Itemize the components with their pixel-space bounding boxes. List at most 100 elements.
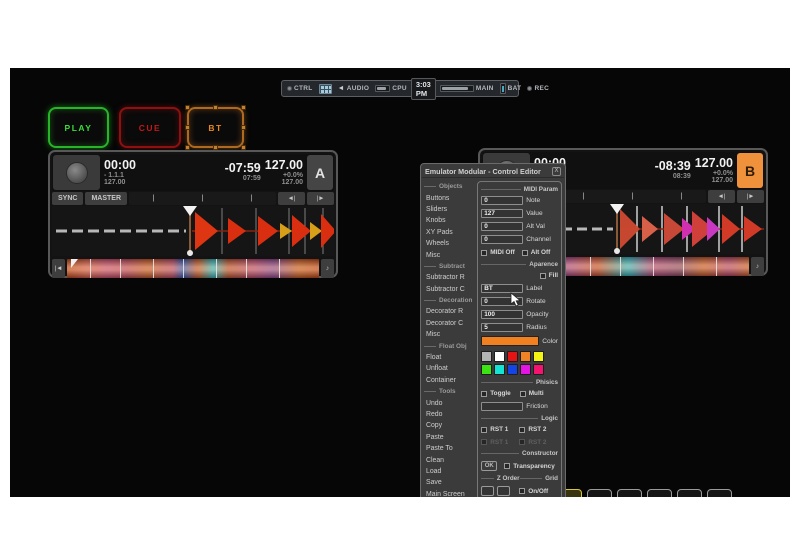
deck-a-elapsed-time: 00:00 [104,157,136,172]
menu-item-wheels[interactable]: Wheels [424,238,474,249]
deck-a-load-knob[interactable] [53,155,100,190]
toggle-checkbox[interactable] [481,390,488,397]
value-field[interactable]: 127 [481,209,524,219]
cue-pad[interactable]: CUE [119,107,181,148]
hotcue-pad[interactable] [707,489,732,497]
menu-item-load[interactable]: Load [424,466,474,477]
alt-off-label: Alt Off [530,249,551,256]
palette-swatch[interactable] [507,350,519,362]
midi-off-checkbox[interactable] [481,249,488,256]
close-icon[interactable]: X [552,166,561,176]
ctrl-toggle[interactable]: CTRL [285,82,315,95]
hotcue-pad[interactable] [647,489,672,497]
alt-off-checkbox[interactable] [521,249,528,256]
palette-swatch[interactable] [494,350,506,362]
control-editor-titlebar[interactable]: Emulator Modular - Control Editor X [422,165,564,178]
rst2-checkbox[interactable] [519,426,526,433]
menu-item-xy-pads[interactable]: XY Pads [424,227,474,238]
deck-b-nudge-forward-button[interactable]: |► [737,190,764,203]
hotcue-pad[interactable] [677,489,702,497]
deck-a-loop-button[interactable]: ♪ [321,259,334,278]
deck-a-overview-strip[interactable] [67,259,319,278]
deck-a-remaining-sub: 07:59 [242,175,261,183]
color-swatch-current[interactable] [481,336,540,346]
menu-item-main-screen[interactable]: Main Screen [424,489,474,497]
palette-swatch[interactable] [507,363,519,375]
deck-a-waveform[interactable] [52,206,334,256]
palette-swatch[interactable] [520,363,532,375]
menu-item-redo[interactable]: Redo [424,409,474,420]
menu-item-save[interactable]: Save [424,477,474,488]
menu-item-container[interactable]: Container [424,375,474,386]
menu-item-misc[interactable]: Misc [424,249,474,260]
status-bar: CTRL ◄ AUDIO CPU 3:03 PM MAIN BAT REC [281,77,549,100]
hotcue-pad[interactable] [587,489,612,497]
opacity-field[interactable]: 100 [481,309,524,319]
palette-swatch[interactable] [533,363,545,375]
selection-handle[interactable] [212,105,218,110]
fill-checkbox[interactable] [539,272,546,279]
editor-object-menu: Objects Buttons Sliders Knobs XY Pads Wh… [424,181,474,497]
selection-handle[interactable] [185,124,190,130]
deck-a-nudge-forward-button[interactable]: |► [307,192,334,205]
deck-a-controls: SYNC MASTER | | | ◄| |► [52,192,334,205]
channel-field[interactable]: 0 [481,235,524,245]
menu-item-copy[interactable]: Copy [424,420,474,431]
radius-field[interactable]: 5 [481,322,524,332]
note-field[interactable]: 0 [481,196,524,206]
z-order-down-button[interactable] [497,486,511,496]
multi-checkbox[interactable] [519,390,526,397]
midi-param-header: MIDI Param [481,185,558,193]
menu-item-paste[interactable]: Paste [424,432,474,443]
logic-header: Logic [481,414,558,422]
menu-item-subtractor-r[interactable]: Subtractor R [424,272,474,283]
palette-swatch[interactable] [481,363,493,375]
audio-toggle[interactable]: ◄ AUDIO [336,82,372,95]
menu-item-subtractor-c[interactable]: Subtractor C [424,284,474,295]
deck-a-sync-button[interactable]: SYNC [52,192,84,205]
transparency-checkbox[interactable] [504,463,511,469]
menu-item-paste-to[interactable]: Paste To [424,443,474,454]
friction-field[interactable] [481,401,524,411]
palette-swatch[interactable] [520,350,532,362]
palette-swatch[interactable] [481,350,493,362]
ok-button[interactable]: OK [481,461,498,471]
battery-status: BAT [498,82,524,95]
deck-b-badge[interactable]: B [737,153,763,188]
grid-onoff-checkbox[interactable] [519,488,526,494]
selection-handle[interactable] [241,105,246,110]
deck-a-badge[interactable]: A [307,155,333,190]
menu-item-decorator-c[interactable]: Decorator C [424,318,474,329]
note-label: Note [526,197,541,205]
knob-icon [65,161,88,184]
menu-item-sliders[interactable]: Sliders [424,204,474,215]
menu-item-buttons[interactable]: Buttons [424,192,474,203]
deck-a-master-button[interactable]: MASTER [85,192,128,205]
play-pad[interactable]: PLAY [48,107,109,148]
hotcue-pad[interactable] [617,489,642,497]
control-editor-window: Emulator Modular - Control Editor X Obje… [420,163,566,497]
deck-b-loop-button[interactable]: ♪ [751,257,764,276]
menu-item-clean[interactable]: Clean [424,454,474,465]
midi-grid-button[interactable] [317,82,334,95]
menu-item-undo[interactable]: Undo [424,397,474,408]
bt-pad-selected[interactable]: BT [185,105,246,150]
palette-swatch[interactable] [533,350,545,362]
deck-a-jump-start-button[interactable]: |◄ [52,259,65,278]
record-button[interactable]: REC [525,82,551,95]
grid-icon [318,83,332,94]
menu-item-float[interactable]: Float [424,352,474,363]
z-order-up-button[interactable] [481,486,495,496]
deck-a-nudge-back-button[interactable]: ◄| [278,192,305,205]
deck-b-nudge-back-button[interactable]: ◄| [708,190,735,203]
palette-swatch[interactable] [494,363,506,375]
menu-item-knobs[interactable]: Knobs [424,215,474,226]
selection-handle[interactable] [185,105,190,110]
alt-val-field[interactable]: 0 [481,222,524,232]
speaker-icon: ◄ [337,85,345,92]
selection-handle[interactable] [241,124,246,130]
menu-item-decorator-r[interactable]: Decorator R [424,306,474,317]
menu-item-misc-2[interactable]: Misc [424,329,474,340]
menu-item-unfloat[interactable]: Unfloat [424,363,474,374]
rst1-checkbox[interactable] [481,426,488,433]
